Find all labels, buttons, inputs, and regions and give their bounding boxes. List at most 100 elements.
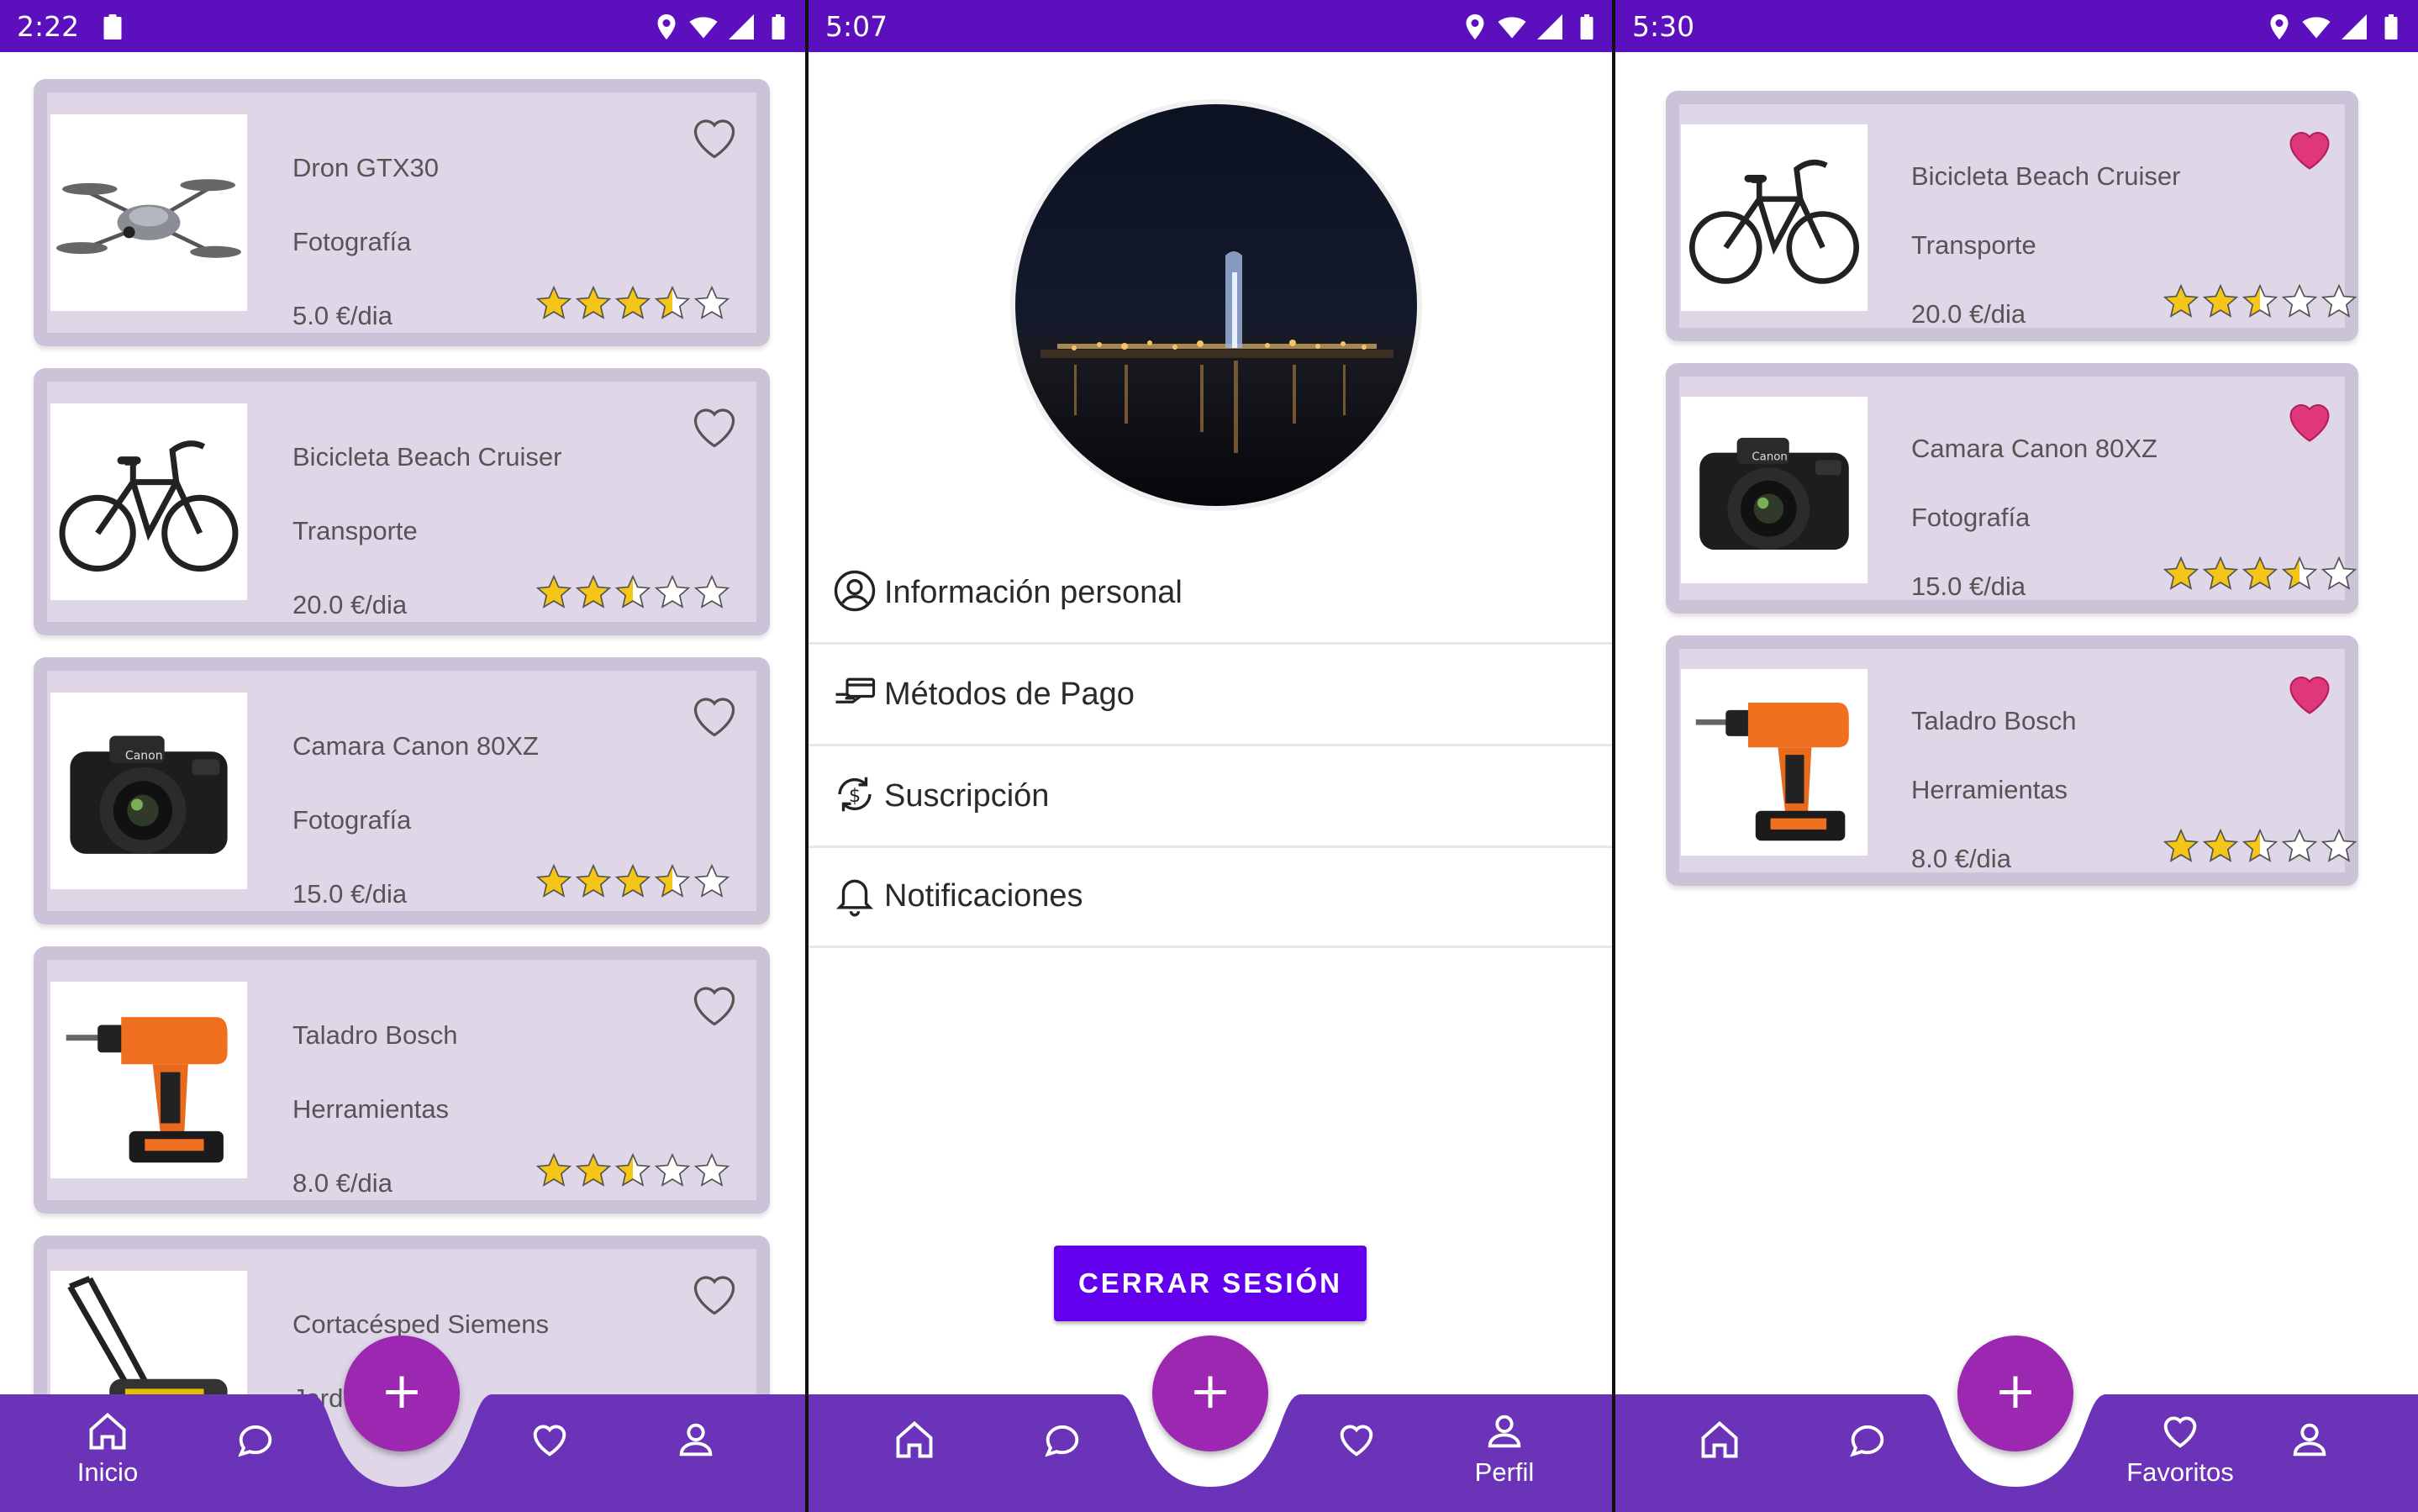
product-category: Transporte bbox=[292, 516, 418, 545]
star-icon bbox=[614, 574, 651, 608]
bicycle-image bbox=[1681, 124, 1867, 311]
heart-outline-icon[interactable] bbox=[687, 1269, 741, 1320]
menu-subscription[interactable]: $ Suscripción bbox=[809, 746, 1614, 848]
star-icon bbox=[2163, 828, 2199, 862]
signal-icon bbox=[728, 14, 754, 40]
home-icon bbox=[1701, 1420, 1738, 1458]
camera-image: Canon bbox=[50, 693, 247, 889]
rating-stars bbox=[535, 862, 732, 901]
status-icons bbox=[648, 12, 793, 42]
nav-favorites[interactable] bbox=[499, 1394, 600, 1512]
heart-outline-icon[interactable] bbox=[687, 980, 741, 1030]
nav-favorites[interactable] bbox=[1306, 1394, 1407, 1512]
product-card[interactable]: Taladro Bosch Herramientas 8.0 €/dia bbox=[34, 946, 770, 1214]
heart-outline-icon[interactable] bbox=[687, 691, 741, 741]
product-card[interactable]: Taladro Bosch Herramientas 8.0 €/dia bbox=[1666, 635, 2358, 886]
nav-profile[interactable] bbox=[645, 1394, 746, 1512]
star-icon bbox=[614, 285, 651, 319]
signal-icon bbox=[1536, 14, 1562, 40]
star-icon bbox=[535, 1152, 572, 1187]
product-category: Fotografía bbox=[292, 805, 412, 835]
status-bar: 5:30 bbox=[1615, 0, 2418, 52]
menu-label: Métodos de Pago bbox=[884, 677, 1135, 712]
product-name: Taladro Bosch bbox=[1911, 706, 2077, 735]
star-icon bbox=[2163, 556, 2199, 590]
nav-home[interactable]: Inicio bbox=[57, 1394, 158, 1512]
product-card[interactable]: Canon Camara Canon 80XZ Fotografía 15.0 €/d… bbox=[1666, 363, 2358, 614]
star-icon bbox=[693, 1152, 730, 1187]
nav-profile[interactable]: Perfil bbox=[1454, 1394, 1555, 1512]
product-price: 8.0 €/dia bbox=[1911, 844, 2011, 873]
menu-payment-methods[interactable]: Métodos de Pago bbox=[809, 645, 1614, 746]
rating-stars bbox=[535, 1151, 732, 1190]
home-icon bbox=[896, 1420, 933, 1458]
product-card[interactable]: Bicicleta Beach Cruiser Transporte 20.0 €/… bbox=[34, 368, 770, 635]
status-bar: 5:07 bbox=[809, 0, 1614, 52]
heart-filled-icon[interactable] bbox=[2283, 124, 2336, 175]
star-icon bbox=[2321, 556, 2357, 590]
nav-chat[interactable] bbox=[205, 1394, 306, 1512]
menu-label: Información personal bbox=[884, 575, 1183, 610]
menu-personal-info[interactable]: Información personal bbox=[809, 543, 1614, 645]
heart-filled-icon[interactable] bbox=[2283, 397, 2336, 447]
user-circle-icon bbox=[834, 570, 876, 612]
nav-home[interactable] bbox=[864, 1394, 965, 1512]
logout-button[interactable]: CERRAR SESIÓN bbox=[1054, 1246, 1367, 1321]
nav-chat[interactable] bbox=[1817, 1394, 1918, 1512]
star-icon bbox=[614, 1152, 651, 1187]
star-icon bbox=[693, 574, 730, 608]
product-card[interactable]: Canon Camara Canon 80XZ Fotografía 15.0 €/d… bbox=[34, 657, 770, 925]
heart-filled-icon[interactable] bbox=[2283, 669, 2336, 719]
star-icon bbox=[654, 285, 691, 319]
product-card[interactable]: Bicicleta Beach Cruiser Transporte 20.0 €/… bbox=[1666, 91, 2358, 341]
star-icon bbox=[2202, 556, 2239, 590]
nav-profile-label: Perfil bbox=[1474, 1457, 1535, 1487]
product-name: Dron GTX30 bbox=[292, 153, 440, 182]
product-name: Bicicleta Beach Cruiser bbox=[1911, 161, 2181, 191]
signal-icon bbox=[2341, 14, 2367, 40]
profile-avatar[interactable] bbox=[1010, 99, 1422, 511]
star-icon bbox=[614, 863, 651, 898]
product-category: Transporte bbox=[1911, 230, 2036, 260]
chat-icon bbox=[1045, 1425, 1079, 1457]
nav-chat[interactable] bbox=[1012, 1394, 1113, 1512]
dollar-cycle-icon: $ bbox=[838, 777, 872, 812]
add-fab-button[interactable]: + bbox=[1152, 1336, 1268, 1451]
star-icon bbox=[693, 863, 730, 898]
star-icon bbox=[2202, 828, 2239, 862]
star-icon bbox=[575, 1152, 612, 1187]
bottom-navigation: Inicio + bbox=[0, 1336, 805, 1512]
night-city-photo bbox=[1015, 104, 1417, 506]
location-icon bbox=[1466, 14, 1484, 40]
drone-image bbox=[50, 114, 247, 311]
home-icon bbox=[89, 1412, 126, 1450]
location-icon bbox=[2270, 14, 2289, 40]
add-fab-button[interactable]: + bbox=[344, 1336, 460, 1451]
product-category: Fotografía bbox=[292, 227, 412, 256]
product-price: 20.0 €/dia bbox=[1911, 299, 2026, 329]
product-name: Bicicleta Beach Cruiser bbox=[292, 442, 562, 472]
bottom-navigation: Perfil + bbox=[809, 1336, 1614, 1512]
heart-outline-icon[interactable] bbox=[687, 113, 741, 163]
rating-stars bbox=[2162, 555, 2359, 593]
drill-image bbox=[50, 982, 247, 1178]
menu-notifications[interactable]: Notificaciones bbox=[809, 846, 1614, 948]
home-screen: 2:22 Dron GTX30 Fotografía 5.0 €/dia Bicicl… bbox=[0, 0, 805, 1512]
nav-favorites[interactable]: Favoritos bbox=[2113, 1394, 2247, 1512]
person-icon bbox=[1488, 1415, 1521, 1448]
bicycle-image bbox=[50, 403, 247, 600]
star-icon bbox=[575, 285, 612, 319]
nav-home[interactable] bbox=[1669, 1394, 1770, 1512]
status-time: 5:07 bbox=[825, 10, 888, 43]
wifi-icon bbox=[2302, 17, 2331, 39]
product-card[interactable]: Dron GTX30 Fotografía 5.0 €/dia bbox=[34, 79, 770, 346]
status-icons bbox=[1457, 12, 1602, 42]
chat-icon bbox=[1850, 1425, 1884, 1457]
heart-outline-icon[interactable] bbox=[687, 402, 741, 452]
menu-label: Suscripción bbox=[884, 778, 1050, 814]
add-fab-button[interactable]: + bbox=[1957, 1336, 2073, 1451]
heart-icon bbox=[2163, 1416, 2197, 1448]
nav-favorites-label: Favoritos bbox=[2126, 1457, 2234, 1487]
star-icon bbox=[575, 863, 612, 898]
nav-profile[interactable] bbox=[2259, 1394, 2360, 1512]
